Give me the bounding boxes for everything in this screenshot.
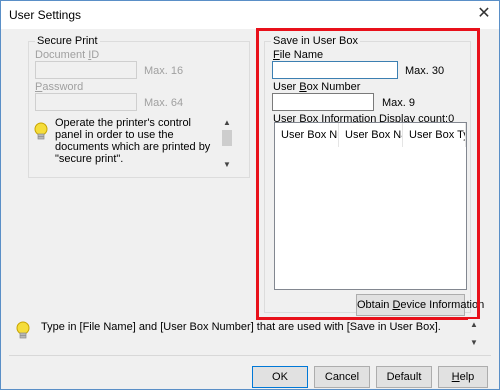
chevron-up-icon[interactable]: ▲ (468, 319, 480, 331)
scrollbar-thumb[interactable] (222, 130, 232, 146)
dialog-title: User Settings (9, 8, 82, 22)
chevron-up-icon[interactable]: ▲ (221, 117, 233, 129)
separator (9, 355, 491, 356)
cancel-button[interactable]: Cancel (314, 366, 370, 388)
password-max: Max. 64 (144, 97, 184, 109)
chevron-down-icon[interactable]: ▼ (221, 159, 233, 171)
hint-text: Type in [File Name] and [User Box Number… (41, 321, 441, 333)
close-icon[interactable]: ✕ (471, 3, 497, 25)
lightbulb-icon (34, 122, 48, 140)
user-settings-dialog: User Settings ✕ Secure Print Document ID… (0, 0, 500, 390)
secure-print-info-scrollbar[interactable]: ▲ ▼ (221, 117, 233, 171)
secure-print-info-text: Operate the printer's control panel in o… (55, 117, 211, 165)
title-bar: User Settings ✕ (1, 1, 499, 29)
highlight-box (256, 28, 480, 320)
secure-print-group-label: Secure Print (35, 35, 100, 47)
document-id-field[interactable] (35, 61, 137, 79)
password-label: Password (35, 81, 84, 93)
document-id-label: Document ID (35, 49, 100, 61)
help-button[interactable]: Help (438, 366, 488, 388)
document-id-max: Max. 16 (144, 65, 184, 77)
password-field[interactable] (35, 93, 137, 111)
lightbulb-icon (16, 321, 30, 339)
chevron-down-icon[interactable]: ▼ (468, 337, 480, 349)
hint-scrollbar[interactable]: ▲ ▼ (468, 319, 480, 349)
default-button[interactable]: Default (376, 366, 432, 388)
ok-button[interactable]: OK (252, 366, 308, 388)
